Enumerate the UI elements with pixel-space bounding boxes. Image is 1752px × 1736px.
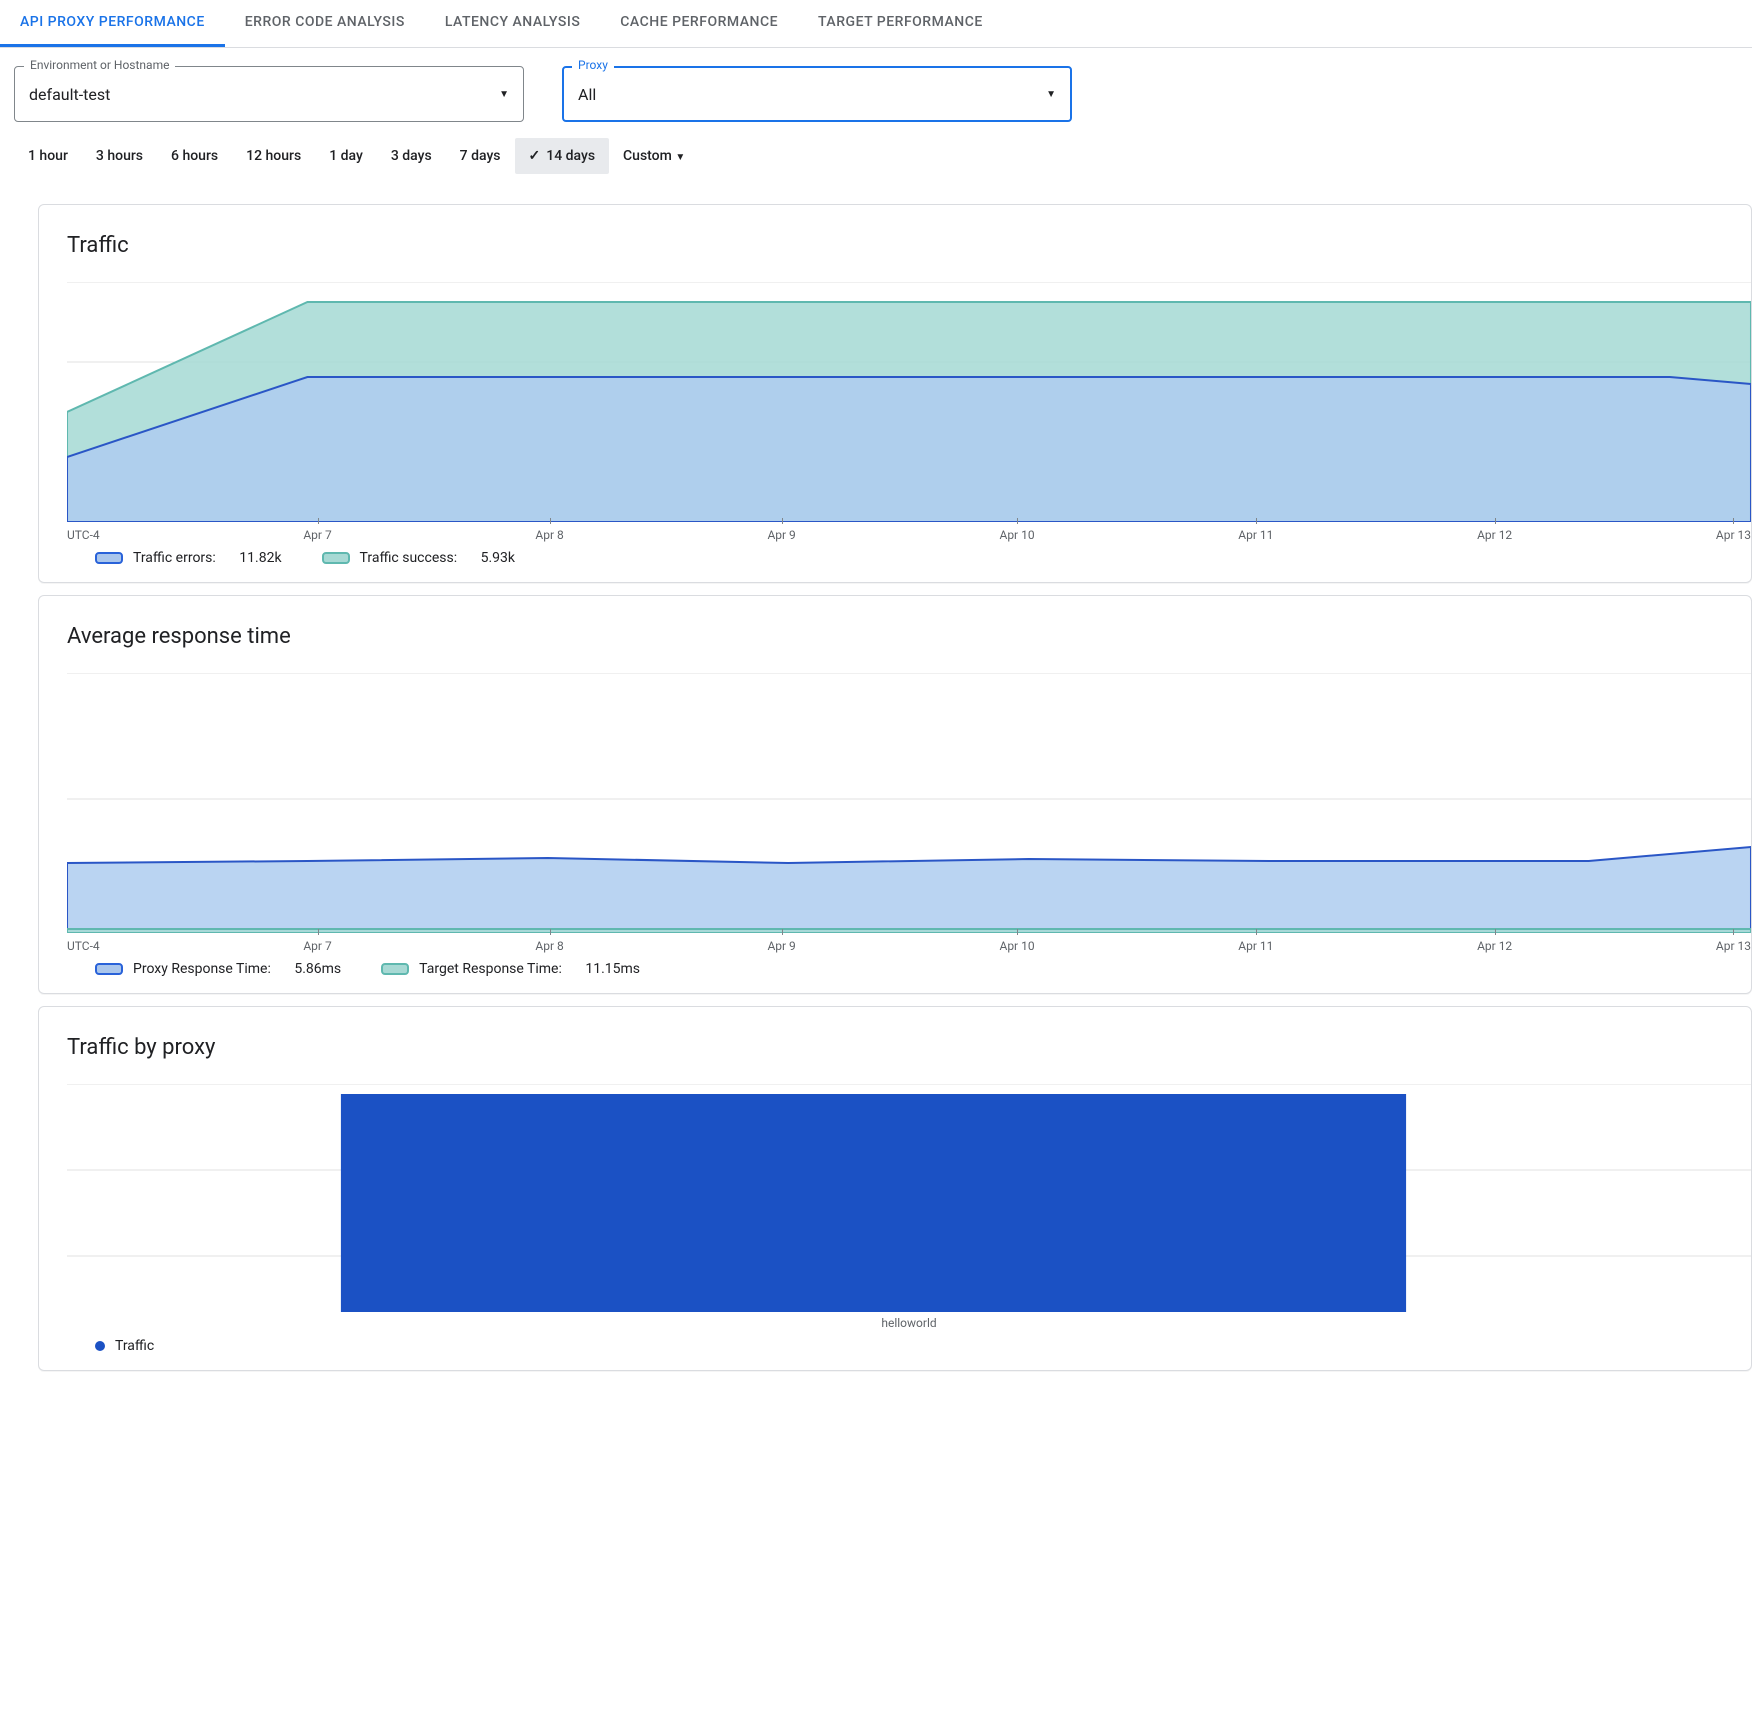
legend-traffic-success[interactable]: Traffic success: 5.93k <box>322 550 515 566</box>
x-tick: Apr 13 <box>1716 528 1751 542</box>
time-range-3hours[interactable]: 3 hours <box>82 138 157 174</box>
environment-select[interactable]: default-test ▼ <box>14 66 524 122</box>
latency-xaxis: UTC-4 Apr 7 Apr 8 Apr 9 Apr 10 Apr 11 Ap… <box>67 933 1751 953</box>
legend-swatch-icon <box>381 963 409 975</box>
check-icon: ✓ <box>529 148 541 164</box>
legend-swatch-icon <box>95 552 123 564</box>
proxy-label: Proxy <box>572 58 614 72</box>
latency-title: Average response time <box>39 624 1751 673</box>
legend-proxy-response[interactable]: Proxy Response Time: 5.86ms <box>95 961 341 977</box>
tab-latency-analysis[interactable]: LATENCY ANALYSIS <box>425 0 600 47</box>
environment-label: Environment or Hostname <box>24 58 175 72</box>
time-range-6hours[interactable]: 6 hours <box>157 138 232 174</box>
traffic-legend: Traffic errors: 11.82k Traffic success: … <box>67 542 1751 566</box>
traffic-by-proxy-chart <box>67 1084 1751 1314</box>
time-range-custom[interactable]: Custom ▼ <box>609 138 699 174</box>
proxy-select[interactable]: All ▼ <box>562 66 1072 122</box>
x-tick: Apr 9 <box>767 528 795 542</box>
x-tick: Apr 12 <box>1477 939 1512 953</box>
x-tick: Apr 8 <box>535 939 563 953</box>
environment-field: Environment or Hostname default-test ▼ <box>14 66 524 122</box>
legend-dot-icon <box>95 1341 105 1351</box>
time-range-1hour[interactable]: 1 hour <box>14 138 82 174</box>
traffic-xaxis: UTC-4 Apr 7 Apr 8 Apr 9 Apr 10 Apr 11 Ap… <box>67 522 1751 542</box>
x-tick: Apr 12 <box>1477 528 1512 542</box>
x-tick: Apr 11 <box>1238 528 1273 542</box>
x-tick: Apr 9 <box>767 939 795 953</box>
chevron-down-icon: ▼ <box>675 152 685 163</box>
x-tick: Apr 13 <box>1716 939 1751 953</box>
x-tick: Apr 10 <box>999 939 1034 953</box>
latency-legend: Proxy Response Time: 5.86ms Target Respo… <box>67 953 1751 977</box>
time-range-3days[interactable]: 3 days <box>377 138 446 174</box>
tab-target-performance[interactable]: TARGET PERFORMANCE <box>798 0 1003 47</box>
legend-swatch-icon <box>322 552 350 564</box>
traffic-chart <box>67 282 1751 522</box>
x-tick: Apr 10 <box>999 528 1034 542</box>
x-tick: Apr 7 <box>303 528 331 542</box>
legend-traffic-errors[interactable]: Traffic errors: 11.82k <box>95 550 282 566</box>
legend-swatch-icon <box>95 963 123 975</box>
chevron-down-icon: ▼ <box>1046 89 1056 100</box>
proxy-value: All <box>578 85 596 104</box>
time-range-14days[interactable]: ✓14 days <box>515 138 610 174</box>
proxy-field: Proxy All ▼ <box>562 66 1072 122</box>
legend-traffic[interactable]: Traffic <box>95 1338 154 1354</box>
x-tick: Apr 7 <box>303 939 331 953</box>
traffic-by-proxy-legend: Traffic <box>67 1330 1751 1354</box>
x-tick: Apr 11 <box>1238 939 1273 953</box>
environment-value: default-test <box>29 85 110 104</box>
time-range-7days[interactable]: 7 days <box>446 138 515 174</box>
time-range-12hours[interactable]: 12 hours <box>232 138 315 174</box>
traffic-title: Traffic <box>39 233 1751 282</box>
traffic-by-proxy-card: Traffic by proxy helloworld Traffic <box>38 1006 1752 1371</box>
x-tick: Apr 8 <box>535 528 563 542</box>
traffic-by-proxy-title: Traffic by proxy <box>39 1035 1751 1084</box>
tab-api-proxy-performance[interactable]: API PROXY PERFORMANCE <box>0 0 225 47</box>
tabs-nav: API PROXY PERFORMANCE ERROR CODE ANALYSI… <box>0 0 1752 48</box>
filters-row: Environment or Hostname default-test ▼ P… <box>0 48 1752 132</box>
time-range-row: 1 hour 3 hours 6 hours 12 hours 1 day 3 … <box>0 132 1752 192</box>
time-range-1day[interactable]: 1 day <box>315 138 377 174</box>
latency-card: Average response time UTC-4 Apr 7 Apr 8 … <box>38 595 1752 994</box>
chevron-down-icon: ▼ <box>499 89 509 100</box>
tab-cache-performance[interactable]: CACHE PERFORMANCE <box>600 0 798 47</box>
tab-error-code-analysis[interactable]: ERROR CODE ANALYSIS <box>225 0 425 47</box>
tz-label: UTC-4 <box>67 939 100 953</box>
legend-target-response[interactable]: Target Response Time: 11.15ms <box>381 961 640 977</box>
traffic-card: Traffic UTC-4 Apr 7 Apr 8 Apr 9 Apr 10 A… <box>38 204 1752 583</box>
tz-label: UTC-4 <box>67 528 100 542</box>
latency-chart <box>67 673 1751 933</box>
bar-category-label: helloworld <box>881 1316 936 1330</box>
